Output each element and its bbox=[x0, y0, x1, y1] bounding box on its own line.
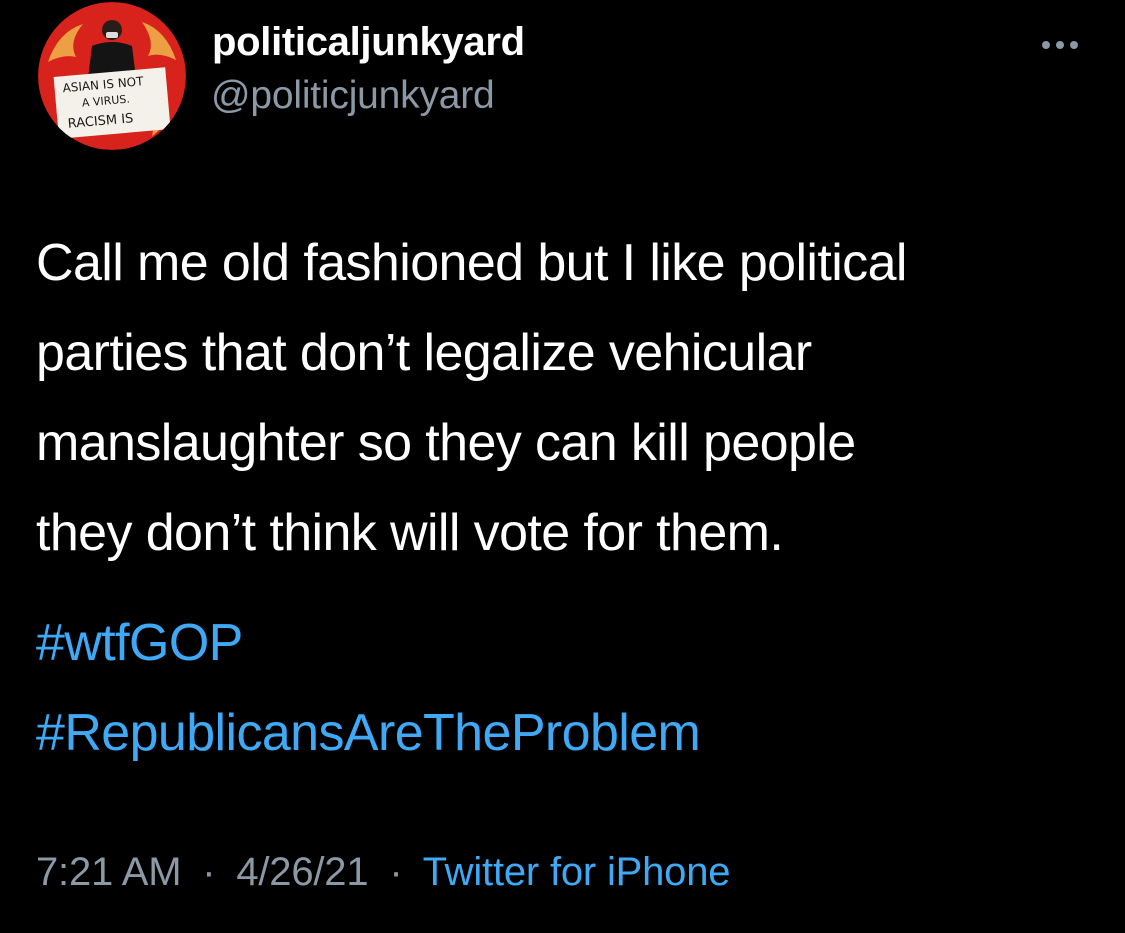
more-horizontal-icon-dot bbox=[1070, 41, 1078, 49]
avatar-image: ASIAN IS NOT A VIRUS. RACISM IS bbox=[38, 2, 186, 150]
more-horizontal-icon bbox=[1042, 41, 1050, 49]
more-options-button[interactable] bbox=[1030, 30, 1090, 60]
meta-separator: · bbox=[202, 850, 216, 894]
tweet-source-link[interactable]: Twitter for iPhone bbox=[423, 850, 731, 894]
hashtag-link-republicansaretheproblem[interactable]: #RepublicansAreTheProblem bbox=[36, 688, 701, 778]
user-handle[interactable]: @politicjunkyard bbox=[211, 74, 495, 118]
tweet-meta: 7:21 AM · 4/26/21 · Twitter for iPhone bbox=[36, 850, 730, 895]
tweet-date[interactable]: 4/26/21 bbox=[236, 850, 368, 894]
tweet-time[interactable]: 7:21 AM bbox=[36, 850, 182, 894]
tweet-text-line: parties that don’t legalize vehicular bbox=[36, 324, 812, 382]
hashtag-link-wtfgop[interactable]: #wtfGOP bbox=[36, 598, 700, 688]
tweet-text-line: Call me old fashioned but I like politic… bbox=[36, 234, 907, 292]
tweet-text-line: manslaughter so they can kill people bbox=[36, 414, 856, 472]
meta-separator: · bbox=[389, 850, 403, 894]
tweet-text: Call me old fashioned but I like politic… bbox=[36, 218, 1106, 578]
tweet-card: ASIAN IS NOT A VIRUS. RACISM IS politica… bbox=[0, 0, 1125, 933]
more-horizontal-icon-dot bbox=[1056, 41, 1064, 49]
tweet-text-line: they don’t think will vote for them. bbox=[36, 504, 784, 562]
display-name[interactable]: politicaljunkyard bbox=[212, 20, 525, 65]
profile-avatar[interactable]: ASIAN IS NOT A VIRUS. RACISM IS bbox=[38, 2, 186, 150]
hashtag-list: #wtfGOP #RepublicansAreTheProblem bbox=[36, 598, 701, 778]
